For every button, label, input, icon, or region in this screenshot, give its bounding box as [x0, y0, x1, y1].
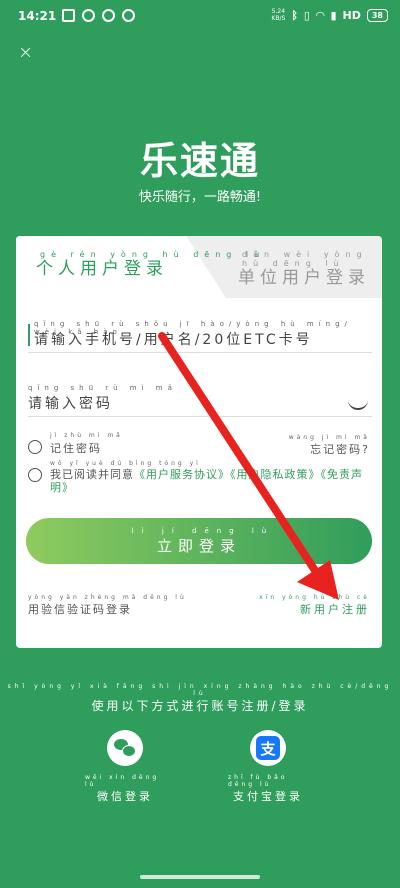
wechat-icon[interactable] [107, 730, 143, 766]
alipay-icon[interactable]: 支 [250, 730, 286, 766]
agree-prefix: 我已阅读并同意 [50, 468, 134, 481]
bluetooth-icon: ᛒ [291, 8, 298, 22]
register-link[interactable]: xīn yòng hù zhù cè 新用户注册 [259, 594, 370, 617]
tab-unit-pinyin: dān wèi yòng hù dēng lù [242, 250, 368, 268]
nav-bar [0, 866, 400, 888]
wechat-pinyin: wēi xìn dēng lù [85, 774, 160, 788]
remember-password-row[interactable]: jì zhù mì mǎ 记住密码 [28, 432, 123, 456]
other-login-methods: shǐ yòng yǐ xià fāng shì jìn xíng zhàng … [0, 683, 400, 714]
login-button[interactable]: lì jí dēng lù 立即登录 [26, 518, 372, 564]
account-placeholder: 请输入手机号/用户名/20位ETC卡号 [34, 332, 313, 348]
register-pinyin: xīn yòng hù zhù cè [259, 594, 370, 601]
signal-icon: ▮ [330, 8, 337, 22]
sms-pinyin: yòng yàn zhèng mǎ dēng lù [28, 594, 187, 601]
forgot-label: 忘记密码? [310, 443, 370, 456]
tab-personal-label: 个人用户登录 [36, 259, 168, 279]
privacy-policy-link[interactable]: 《用户隐私政策》 [230, 468, 321, 481]
network-type: HD [342, 8, 361, 22]
app-notification-icon [82, 9, 95, 22]
network-speed: 5.24 KB/S [271, 8, 286, 22]
register-label: 新用户注册 [300, 603, 370, 616]
account-pinyin: qǐng shū rù shǒu jī hào/yòng hù míng/ wè… [34, 320, 352, 336]
status-time: 14:21 [18, 9, 57, 23]
remember-label: 记住密码 [50, 442, 102, 455]
password-pinyin: qǐng shū rù mì mǎ [28, 384, 177, 392]
account-input[interactable]: qǐng shū rù shǒu jī hào/yòng hù míng/ wè… [28, 320, 372, 353]
status-bar: 14:21 5.24 KB/S ᛒ ▯ ◠ ▮ HD 38 [0, 0, 400, 34]
tab-unit-label: 单位用户登录 [238, 268, 370, 288]
agreement-text: 我已阅读并同意《用户服务协议》《用户隐私政策》《免责声明》 [50, 468, 370, 494]
tab-unit-login[interactable]: dān wèi yòng hù dēng lù 单位用户登录 [238, 250, 382, 288]
login-label: 立即登录 [156, 536, 241, 555]
login-pinyin: lì jí dēng lù [131, 526, 275, 535]
check-notification-icon [102, 9, 115, 22]
agreement-row[interactable]: wǒ yǐ yuè dú bìng tóng yì 我已阅读并同意《用户服务协议… [28, 460, 370, 494]
other-label: 使用以下方式进行账号注册/登录 [91, 699, 309, 713]
notification-icons [62, 9, 135, 22]
tab-personal-pinyin: gè rén yòng hù dēng lù [40, 250, 266, 259]
status-right: 5.24 KB/S ᛒ ▯ ◠ ▮ HD 38 [271, 8, 388, 22]
wifi-icon: ◠ [315, 8, 325, 22]
password-placeholder: 请输入密码 [28, 396, 113, 412]
password-input[interactable]: qǐng shū rù mì mǎ 请输入密码 [28, 384, 372, 417]
tab-personal-login[interactable]: gè rén yòng hù dēng lù 个人用户登录 [36, 250, 265, 279]
wechat-notification-icon [122, 9, 135, 22]
other-pinyin: shǐ yòng yǐ xià fāng shì jìn xíng zhàng … [7, 683, 393, 697]
agreement-radio[interactable] [28, 468, 42, 482]
login-card: gè rén yòng hù dēng lù 个人用户登录 dān wèi yò… [16, 236, 382, 648]
slogan: 快乐随行，一路畅通! [138, 190, 262, 205]
battery-icon: 38 [366, 8, 388, 22]
agree-pinyin: wǒ yǐ yuè dú bìng tóng yì [50, 460, 201, 467]
alipay-label: 支付宝登录 [233, 790, 303, 803]
remember-pinyin: jì zhù mì mǎ [50, 432, 123, 439]
wechat-login-button[interactable]: wēi xìn dēng lù 微信登录 [85, 730, 165, 804]
wechat-label: 微信登录 [97, 790, 153, 803]
service-agreement-link[interactable]: 《用户服务协议》 [134, 468, 230, 481]
sms-login-link[interactable]: yòng yàn zhèng mǎ dēng lù 用验信验证码登录 [28, 594, 187, 617]
alipay-login-button[interactable]: 支 zhī fù bǎo dēng lù 支付宝登录 [228, 730, 308, 804]
close-icon[interactable]: × [18, 44, 33, 62]
alipay-glyph: 支 [256, 736, 280, 760]
sms-label: 用验信验证码登录 [28, 603, 132, 616]
vibrate-icon: ▯ [303, 8, 310, 22]
text-cursor [28, 324, 30, 346]
alipay-pinyin: zhī fù bǎo dēng lù [228, 774, 288, 788]
forgot-pinyin: wàng jì mì mǎ [288, 434, 370, 441]
app-title: 乐速通 [139, 139, 260, 183]
home-indicator[interactable] [140, 875, 260, 879]
image-notification-icon [62, 9, 75, 22]
forgot-password-link[interactable]: wàng jì mì mǎ 忘记密码? [289, 434, 370, 457]
remember-radio[interactable] [28, 440, 42, 454]
